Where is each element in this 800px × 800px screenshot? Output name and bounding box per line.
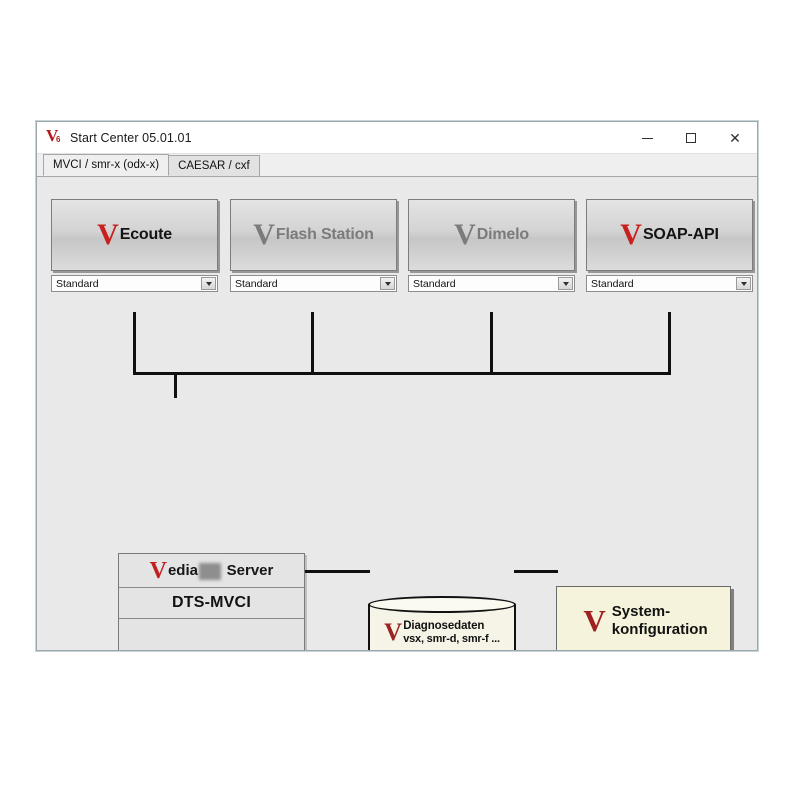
chevron-down-icon[interactable] (736, 277, 751, 290)
start-center-window: V6 Start Center 05.01.01 ✕ MVCI / smr-x … (36, 121, 758, 651)
server-title: ediamo Server (167, 562, 274, 580)
chevron-down-icon[interactable] (201, 277, 216, 290)
system-konfiguration-button[interactable]: V System- konfiguration (556, 586, 731, 650)
ecoute-button[interactable]: V Ecoute (51, 199, 218, 271)
chevron-down-icon[interactable] (380, 277, 395, 290)
diagram-canvas: V Ecoute Standard V Flash Station Standa… (37, 177, 757, 650)
window-titlebar: V6 Start Center 05.01.01 ✕ (37, 122, 757, 154)
database-line2: vsx, smr-d, smr-f ... (403, 633, 500, 645)
server-title-redacted: mo (198, 563, 222, 580)
flash-station-v-icon: V (253, 218, 275, 251)
system-konfiguration-group: V System- konfiguration Standard (556, 586, 731, 650)
dimelo-profile-select[interactable]: Standard (408, 275, 575, 292)
chevron-down-icon[interactable] (558, 277, 573, 290)
module-flash-station: V Flash Station Standard (230, 199, 397, 292)
window-title: Start Center 05.01.01 (70, 130, 192, 145)
ecoute-profile-select[interactable]: Standard (51, 275, 218, 292)
server-action-row: aktualisieren (119, 619, 304, 650)
flash-station-profile-value: Standard (235, 277, 278, 290)
soap-api-profile-select[interactable]: Standard (586, 275, 753, 292)
ecoute-v-icon: V (97, 218, 119, 251)
dimelo-button[interactable]: V Dimelo (408, 199, 575, 271)
ecoute-label: Ecoute (119, 226, 172, 243)
diagnosedaten-database[interactable]: V Diagnosedaten vsx, smr-d, smr-f ... (368, 596, 516, 650)
maximize-icon (686, 133, 696, 143)
server-subtitle: DTS-MVCI (172, 594, 251, 611)
vediamo-server-box[interactable]: V ediamo Server DTS-MVCI aktualisieren (118, 553, 305, 650)
screenshot-root: V6 Start Center 05.01.01 ✕ MVCI / smr-x … (0, 0, 800, 800)
connector-drop-to-server (174, 372, 177, 398)
sysconfig-v-icon: V (583, 603, 606, 638)
database-cylinder-top (368, 596, 516, 613)
server-subtitle-row: DTS-MVCI (119, 588, 304, 619)
flash-station-profile-select[interactable]: Standard (230, 275, 397, 292)
database-label-group: V Diagnosedaten vsx, smr-d, smr-f ... (368, 612, 516, 650)
connector-drop-dimelo (490, 312, 493, 375)
flash-station-label: Flash Station (275, 226, 374, 243)
soap-api-profile-value: Standard (591, 277, 634, 290)
database-line1: Diagnosedaten (403, 620, 485, 632)
dimelo-profile-value: Standard (413, 277, 456, 290)
connector-drop-ecoute (133, 312, 136, 375)
module-ecoute: V Ecoute Standard (51, 199, 218, 292)
connector-server-to-database (305, 570, 370, 573)
database-v-icon: V (384, 619, 403, 646)
vediamo-v-logo-icon: V6 (46, 125, 61, 145)
connector-drop-flash-station (311, 312, 314, 375)
close-button[interactable]: ✕ (713, 122, 757, 154)
database-labels: Diagnosedaten vsx, smr-d, smr-f ... (403, 620, 500, 646)
server-title-prefix: edia (167, 562, 198, 579)
sysconfig-labels: System- konfiguration (612, 603, 708, 639)
maximize-button[interactable] (669, 122, 713, 154)
window-controls: ✕ (625, 122, 757, 154)
tab-caesar-cxf[interactable]: CAESAR / cxf (168, 155, 260, 176)
tabstrip: MVCI / smr-x (odx-x) CAESAR / cxf (37, 154, 757, 177)
soap-api-button[interactable]: V SOAP-API (586, 199, 753, 271)
dimelo-label: Dimelo (476, 226, 529, 243)
soap-api-v-icon: V (620, 218, 642, 251)
close-icon: ✕ (729, 130, 741, 146)
module-dimelo: V Dimelo Standard (408, 199, 575, 292)
tab-caesar-cxf-label: CAESAR / cxf (178, 160, 250, 172)
dimelo-v-icon: V (454, 218, 476, 251)
server-v-icon: V (149, 557, 167, 584)
connector-bus-horizontal (133, 372, 671, 375)
minimize-button[interactable] (625, 122, 669, 154)
sysconfig-line2: konfiguration (611, 621, 708, 638)
flash-station-button[interactable]: V Flash Station (230, 199, 397, 271)
connector-drop-soap-api (668, 312, 671, 375)
server-title-row: V ediamo Server (119, 554, 304, 588)
tab-mvci-smrx-label: MVCI / smr-x (odx-x) (53, 159, 160, 171)
minimize-icon (641, 137, 653, 139)
module-soap-api: V SOAP-API Standard (586, 199, 753, 292)
soap-api-label: SOAP-API (642, 226, 719, 243)
server-title-suffix: Server (222, 562, 274, 579)
connector-database-to-sysconfig (514, 570, 558, 573)
ecoute-profile-value: Standard (56, 277, 99, 290)
tab-mvci-smrx[interactable]: MVCI / smr-x (odx-x) (43, 154, 170, 176)
sysconfig-line1: System- (611, 603, 671, 620)
